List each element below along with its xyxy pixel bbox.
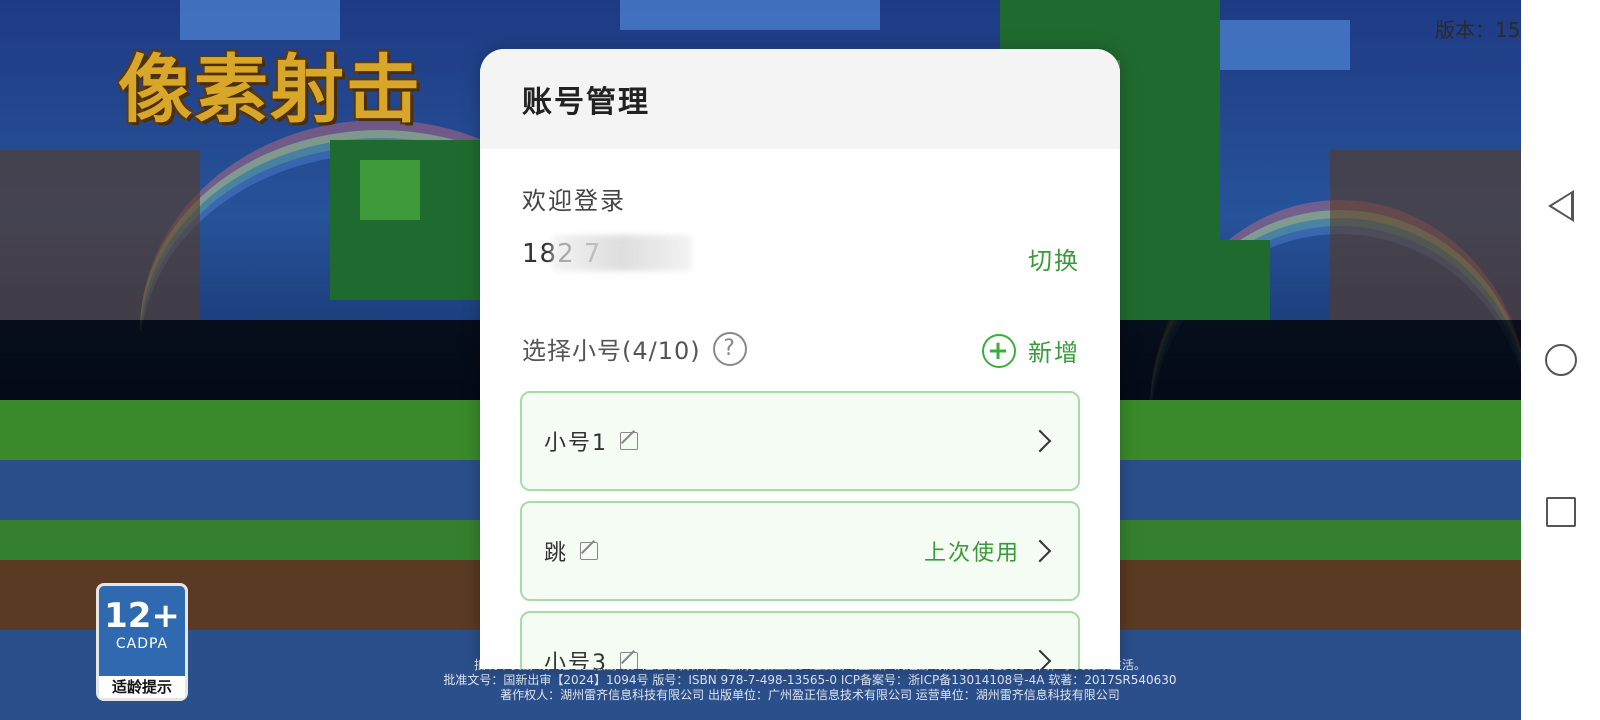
age-rating-tip: 适龄提示 <box>99 676 185 698</box>
recent-apps-icon <box>1545 497 1576 527</box>
account-management-dialog: 账号管理 欢迎登录 182 7 切换 选择小号(4/10) ? + 新增 小号1… <box>480 49 1120 669</box>
sub-account-item[interactable]: 跳 上次使用 <box>520 501 1080 601</box>
home-icon <box>1544 344 1577 376</box>
age-rating-value: 12+ <box>104 596 180 636</box>
sub-account-list: 小号1 跳 上次使用 小号3 <box>520 391 1080 669</box>
chevron-right-icon <box>1028 429 1052 453</box>
dialog-title: 账号管理 <box>522 85 650 120</box>
sub-account-item[interactable]: 小号3 <box>520 611 1080 669</box>
back-button[interactable] <box>1521 176 1600 236</box>
add-sub-account-button[interactable]: + 新增 <box>982 333 1080 368</box>
sub-account-name: 小号3 <box>544 651 608 669</box>
home-button[interactable] <box>1521 330 1600 390</box>
switch-account-button[interactable]: 切换 <box>1028 241 1080 276</box>
add-label: 新增 <box>1028 339 1080 367</box>
sub-accounts-label: 选择小号(4/10) <box>522 337 701 365</box>
edit-icon[interactable] <box>620 652 638 669</box>
welcome-label: 欢迎登录 <box>522 187 626 215</box>
age-rating-badge: 12+ CADPA 适龄提示 <box>96 583 188 701</box>
last-used-badge: 上次使用 <box>923 541 1020 566</box>
footer-line: 著作权人：湖州雷齐信息科技有限公司 出版单位：广州盈正信息技术有限公司 运营单位… <box>500 688 1120 702</box>
recent-apps-button[interactable] <box>1521 482 1600 542</box>
game-logo: 像素射击 <box>118 47 422 133</box>
help-icon[interactable]: ? <box>712 331 747 366</box>
footer-line: 批准文号：国新出审【2024】1094号 版号：ISBN 978-7-498-1… <box>443 673 1177 687</box>
sub-accounts-header: 选择小号(4/10) ? <box>522 331 747 366</box>
chevron-right-icon <box>1028 649 1052 669</box>
plus-icon: + <box>982 333 1016 368</box>
version-label: 版本：15 <box>1435 18 1521 42</box>
age-rating-org: CADPA <box>115 636 169 652</box>
dialog-header: 账号管理 <box>480 49 1120 149</box>
sub-account-item[interactable]: 小号1 <box>520 391 1080 491</box>
edit-icon[interactable] <box>580 542 599 560</box>
system-nav-bar <box>1521 0 1600 720</box>
sub-account-name: 小号1 <box>544 431 608 456</box>
back-icon <box>1547 190 1574 222</box>
edit-icon[interactable] <box>620 432 638 450</box>
sub-account-name: 跳 <box>544 541 569 566</box>
phone-redaction <box>552 235 692 271</box>
chevron-right-icon <box>1028 539 1052 563</box>
